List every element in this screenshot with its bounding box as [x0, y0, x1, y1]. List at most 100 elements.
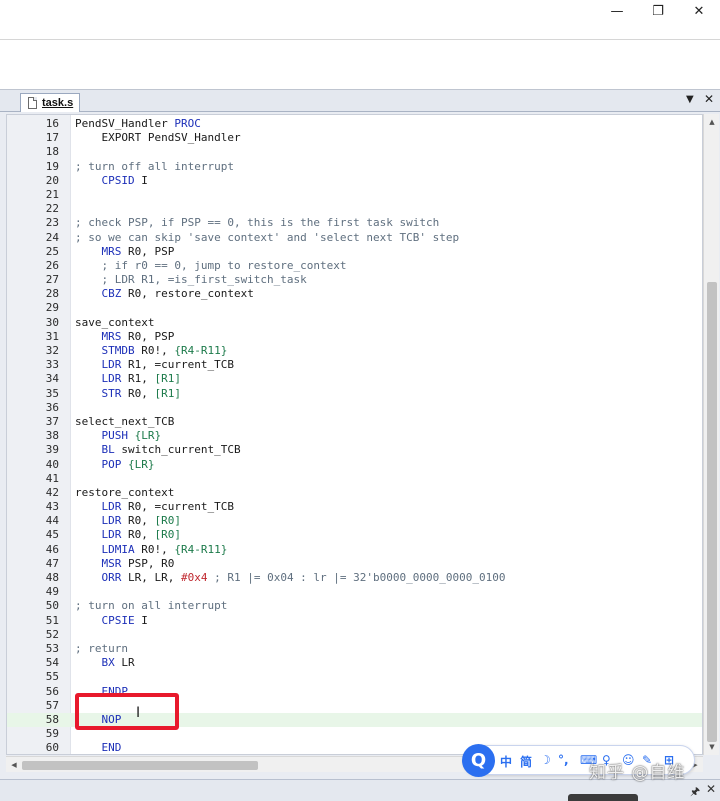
vertical-scrollbar[interactable]: ▲ ▼: [703, 114, 719, 755]
line-number: 46: [45, 542, 59, 556]
line-number: 47: [45, 556, 59, 570]
code-line[interactable]: 21: [7, 188, 702, 202]
code-line[interactable]: 19 ; turn off all interrupt: [7, 160, 702, 174]
code-text: CPSIE I: [75, 614, 147, 628]
code-line[interactable]: 24 ; so we can skip 'save context' and 's…: [7, 231, 702, 245]
code-text: END: [75, 741, 121, 754]
moon-icon[interactable]: ☽: [540, 753, 551, 767]
code-line[interactable]: 40 POP {LR}: [7, 458, 702, 472]
file-icon: [28, 97, 37, 109]
code-line[interactable]: 17 EXPORT PendSV_Handler: [7, 131, 702, 145]
code-line[interactable]: 52: [7, 628, 702, 642]
code-token: ; so we can skip 'save context' and 'sel…: [75, 230, 460, 244]
code-text: STMDB R0!, {R4-R11}: [75, 344, 227, 358]
line-number: 51: [45, 613, 59, 627]
code-line[interactable]: 38 PUSH {LR}: [7, 429, 702, 443]
line-number: 32: [45, 344, 59, 357]
restore-icon: ❐: [652, 3, 664, 19]
code-line[interactable]: 51 CPSIE I: [7, 614, 702, 628]
code-text: PUSH {LR}: [75, 429, 161, 443]
code-token: R1,: [121, 372, 155, 386]
code-line[interactable]: 50 ; turn on all interrupt: [7, 599, 702, 613]
code-token: CPSID: [75, 173, 135, 187]
line-number: 23: [45, 216, 59, 230]
code-line[interactable]: 31 MRS R0, PSP: [7, 330, 702, 344]
code-line[interactable]: 48 ORR LR, LR, #0x4 ; R1 |= 0x04 : lr |=…: [7, 571, 702, 585]
minimize-button[interactable]: —: [597, 0, 637, 22]
code-line[interactable]: 53 ; return: [7, 642, 702, 656]
scroll-up-icon[interactable]: ▲: [704, 114, 720, 130]
code-line[interactable]: 43 LDR R0, =current_TCB: [7, 500, 702, 514]
code-text: ; return: [75, 642, 128, 656]
tab-task-s[interactable]: task.s: [20, 93, 81, 112]
code-line[interactable]: 35 STR R0, [R1]: [7, 387, 702, 401]
code-line[interactable]: 34 LDR R1, [R1]: [7, 372, 702, 386]
line-number: 54: [45, 656, 59, 670]
code-line[interactable]: 26 ; if r0 == 0, jump to restore_context: [7, 259, 702, 273]
code-text: MSR PSP, R0: [75, 557, 174, 571]
code-line[interactable]: 54 BX LR: [7, 656, 702, 670]
code-token: [R0]: [154, 528, 181, 542]
line-number: 44: [45, 514, 59, 528]
ime-chinese-mode[interactable]: 中: [500, 753, 512, 770]
text-cursor-icon: I: [136, 705, 141, 721]
code-token: LR, LR,: [121, 571, 181, 584]
code-editor[interactable]: 16 PendSV_Handler PROC 17 EXPORT PendSV_Ha…: [6, 114, 703, 755]
editor-panel: task.s ▼ ✕ 16 PendSV_Handler PROC 17 EXPOR…: [0, 89, 720, 779]
code-token: restore_context: [75, 485, 175, 499]
code-line[interactable]: 30 save_context: [7, 316, 702, 330]
code-token: {R4-R11}: [174, 344, 228, 357]
minimize-icon: —: [610, 3, 624, 19]
code-text: PendSV_Handler PROC: [75, 117, 201, 131]
code-token: CBZ: [75, 287, 122, 301]
code-line[interactable]: 39 BL switch_current_TCB: [7, 443, 702, 457]
horizontal-scroll-thumb[interactable]: [22, 761, 258, 770]
maximize-button[interactable]: ❐: [638, 0, 678, 22]
ime-simplified[interactable]: 简: [520, 753, 532, 770]
code-token: PSP, R0: [121, 556, 175, 570]
scroll-down-icon[interactable]: ▼: [704, 739, 720, 755]
code-line[interactable]: 55: [7, 670, 702, 684]
code-text: ORR LR, LR, #0x4 ; R1 |= 0x04 : lr |= 32…: [75, 571, 505, 585]
code-token: ; return: [75, 641, 128, 655]
code-line[interactable]: 44 LDR R0, [R0]: [7, 514, 702, 528]
tab-list-dropdown-icon[interactable]: ▼: [686, 94, 694, 105]
code-line[interactable]: 20 CPSID I: [7, 174, 702, 188]
code-line[interactable]: 46 LDMIA R0!, {R4-R11}: [7, 543, 702, 557]
line-number: 22: [45, 202, 59, 216]
line-number: 55: [45, 670, 59, 684]
punctuation-icon[interactable]: °,: [558, 753, 569, 767]
code-token: R0,: [121, 514, 155, 528]
code-token: save_context: [75, 315, 155, 329]
ime-logo-icon[interactable]: Q: [462, 744, 495, 777]
code-line[interactable]: 22: [7, 202, 702, 216]
close-window-button[interactable]: ✕: [679, 0, 719, 22]
tab-close-icon[interactable]: ✕: [704, 92, 714, 106]
code-line[interactable]: 42 restore_context: [7, 486, 702, 500]
code-line[interactable]: 28 CBZ R0, restore_context: [7, 287, 702, 301]
code-line[interactable]: 47 MSR PSP, R0: [7, 557, 702, 571]
code-line[interactable]: 23 ; check PSP, if PSP == 0, this is the …: [7, 216, 702, 230]
scroll-left-icon[interactable]: ◀: [6, 757, 22, 773]
code-line[interactable]: 37 select_next_TCB: [7, 415, 702, 429]
toolbar-area: [0, 41, 720, 89]
code-line[interactable]: 18: [7, 145, 702, 159]
code-line[interactable]: 45 LDR R0, [R0]: [7, 528, 702, 542]
pin-icon[interactable]: 🖈: [690, 783, 700, 801]
code-token: {LR}: [127, 457, 155, 471]
code-line[interactable]: 33 LDR R1, =current_TCB: [7, 358, 702, 372]
code-line[interactable]: 16 PendSV_Handler PROC: [7, 117, 702, 131]
line-number: 29: [45, 301, 59, 315]
line-number: 48: [45, 571, 59, 584]
panel-close-icon[interactable]: ✕: [706, 782, 716, 796]
code-line[interactable]: 32 STMDB R0!, {R4-R11}: [7, 344, 702, 358]
code-token: R0!,: [134, 542, 175, 556]
vertical-scroll-thumb[interactable]: [707, 282, 717, 742]
code-line[interactable]: 36: [7, 401, 702, 415]
code-line[interactable]: 41: [7, 472, 702, 486]
line-number: 40: [45, 457, 59, 471]
code-line[interactable]: 29: [7, 301, 702, 315]
code-line[interactable]: 27 ; LDR R1, =is_first_switch_task: [7, 273, 702, 287]
code-line[interactable]: 25 MRS R0, PSP: [7, 245, 702, 259]
code-line[interactable]: 49: [7, 585, 702, 599]
